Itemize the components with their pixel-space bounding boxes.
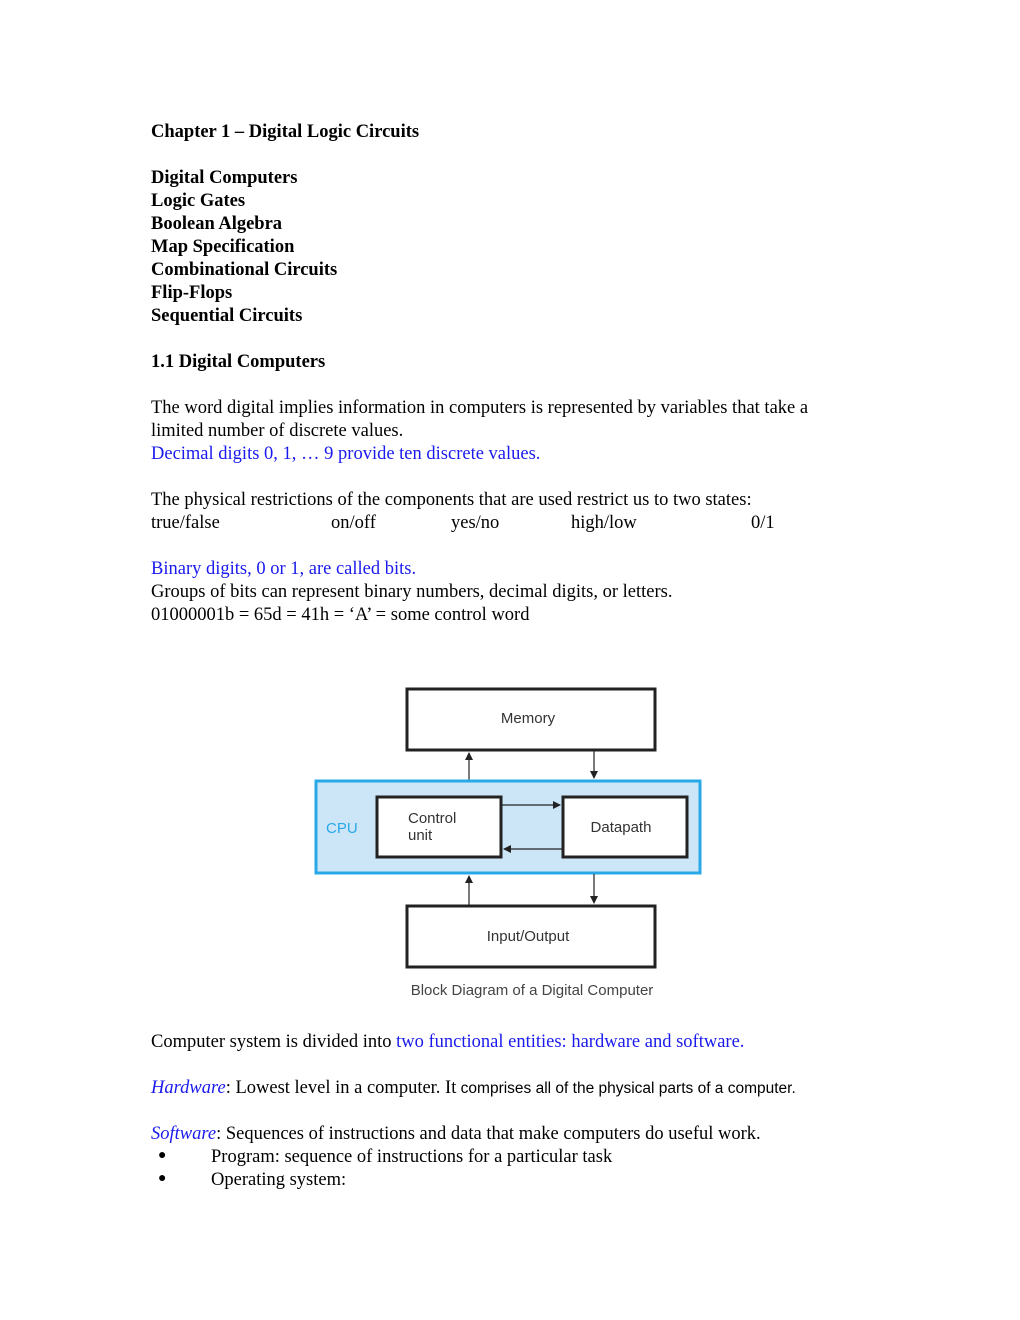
toc-item: Digital Computers: [151, 168, 298, 188]
toc-item: Combinational Circuits: [151, 260, 338, 280]
hardware-text-sans: comprises all of the physical parts of a…: [456, 1080, 796, 1097]
paragraph-text: Computer system is divided into two func…: [151, 1031, 744, 1054]
hardware-term: Hardware: [151, 1078, 226, 1098]
state-item: on/off: [331, 513, 376, 533]
paragraph-text: limited number of discrete values.: [151, 421, 404, 441]
highlight-text: Binary digits, 0 or 1, are called bits.: [151, 559, 417, 579]
paragraph-text: The word digital implies information in …: [151, 398, 809, 418]
software-definition: Software: Sequences of instructions and …: [151, 1123, 761, 1146]
toc-item: Logic Gates: [151, 191, 246, 211]
control-unit-label: unit: [408, 827, 433, 844]
hardware-definition: Hardware: Lowest level in a computer. It…: [151, 1077, 796, 1100]
control-unit-label: Control: [408, 810, 456, 827]
toc-item: Sequential Circuits: [151, 306, 303, 326]
paragraph-text: Groups of bits can represent binary numb…: [151, 582, 673, 602]
toc-item: Flip-Flops: [151, 283, 233, 303]
paragraph-prefix: Computer system is divided into: [151, 1032, 397, 1052]
block-diagram: Memory CPU Control unit Datapath Input/O…: [314, 687, 702, 999]
paragraph-text: 01000001b = 65d = 41h = ‘A’ = some contr…: [151, 605, 530, 625]
control-unit-box: [375, 795, 503, 859]
highlight-text: Decimal digits 0, 1, … 9 provide ten dis…: [151, 444, 541, 464]
software-term: Software: [151, 1124, 217, 1144]
state-item: high/low: [571, 513, 637, 533]
toc-item: Boolean Algebra: [151, 214, 283, 234]
chapter-title: Chapter 1 – Digital Logic Circuits: [151, 122, 420, 142]
bullet-item: Operating system:: [211, 1170, 347, 1190]
bullet-icon: ●: [158, 1171, 167, 1186]
cpu-label: CPU: [326, 820, 358, 837]
paragraph-text: The physical restrictions of the compone…: [151, 490, 752, 510]
state-item: true/false: [151, 513, 220, 533]
bullet-icon: ●: [158, 1148, 167, 1163]
state-item: 0/1: [751, 513, 775, 533]
state-item: yes/no: [451, 513, 500, 533]
diagram-caption: Block Diagram of a Digital Computer: [411, 982, 654, 999]
datapath-label: Datapath: [591, 819, 652, 836]
bullet-item: Program: sequence of instructions for a …: [211, 1147, 613, 1167]
section-heading: 1.1 Digital Computers: [151, 352, 326, 372]
memory-label: Memory: [501, 710, 556, 727]
software-text: : Sequences of instructions and data tha…: [216, 1124, 761, 1144]
hardware-text: : Lowest level in a computer. It: [225, 1078, 457, 1098]
toc-item: Map Specification: [151, 237, 295, 257]
highlight-text: two functional entities: hardware and so…: [396, 1032, 745, 1052]
io-label: Input/Output: [487, 928, 570, 945]
